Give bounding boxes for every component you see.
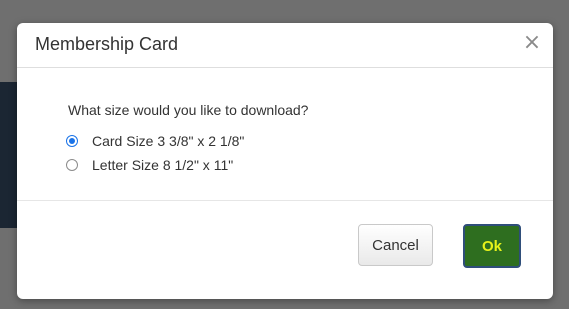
option-card-size[interactable]: Card Size 3 3/8" x 2 1/8"	[66, 133, 244, 149]
dialog-body: What size would you like to download? Ca…	[17, 68, 553, 201]
card-size-label: Card Size 3 3/8" x 2 1/8"	[92, 133, 245, 149]
card-size-radio[interactable]	[66, 135, 78, 147]
letter-size-label: Letter Size 8 1/2" x 11"	[92, 157, 234, 173]
background-page-strip	[0, 82, 18, 228]
membership-card-dialog: Membership Card × What size would you li…	[17, 23, 553, 299]
letter-size-radio[interactable]	[66, 159, 78, 171]
dialog-title: Membership Card	[35, 34, 179, 54]
option-letter-size[interactable]: Letter Size 8 1/2" x 11"	[66, 157, 233, 173]
download-size-question: What size would you like to download?	[68, 102, 309, 118]
dialog-header: Membership Card ×	[17, 23, 553, 68]
close-icon[interactable]: ×	[521, 30, 543, 56]
cancel-button[interactable]: Cancel	[358, 224, 433, 266]
dialog-footer: Cancel Ok	[17, 201, 553, 299]
ok-button[interactable]: Ok	[463, 224, 521, 268]
